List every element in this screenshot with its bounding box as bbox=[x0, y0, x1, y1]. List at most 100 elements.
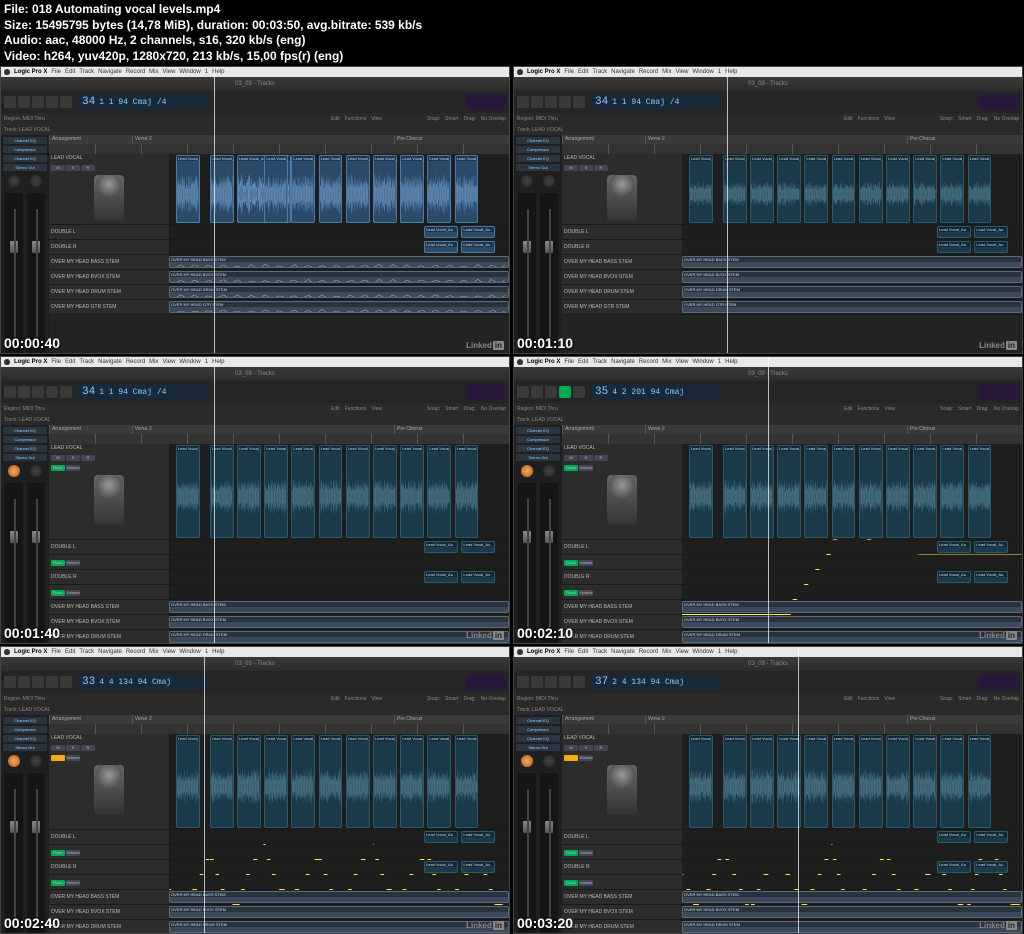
tracks-area[interactable]: LEAD VOCAL MSR Lead Vocal_AuLead Vocal_A… bbox=[49, 154, 509, 354]
insert-slot[interactable]: Channel EQ bbox=[516, 735, 560, 742]
bar-ruler[interactable] bbox=[49, 144, 509, 154]
menu-item[interactable]: File bbox=[564, 69, 574, 75]
menu-item[interactable]: Edit bbox=[578, 69, 588, 75]
volume-fader[interactable] bbox=[518, 483, 536, 643]
toolbar-menu[interactable]: View bbox=[884, 696, 895, 702]
menu-item[interactable]: Record bbox=[126, 69, 145, 75]
volume-fader[interactable] bbox=[5, 483, 23, 643]
track-header-lead[interactable]: LEAD VOCAL MSR TouchVolume bbox=[49, 734, 169, 829]
track-header-lead[interactable]: LEAD VOCAL MSR bbox=[562, 154, 682, 224]
menu-item[interactable]: Window bbox=[179, 359, 200, 365]
track-lane-lead[interactable]: Lead Vocal_AuLead Vocal_AuLead Vocal_AuL… bbox=[169, 444, 509, 539]
pan-knob[interactable] bbox=[521, 465, 533, 477]
menu-item[interactable]: File bbox=[51, 359, 61, 365]
menu-item[interactable]: Navigate bbox=[611, 359, 635, 365]
insert-slot[interactable]: Channel EQ bbox=[3, 155, 47, 162]
insert-slot[interactable]: Compressor bbox=[516, 436, 560, 443]
pan-knob[interactable] bbox=[521, 175, 533, 187]
lcd-tempo[interactable] bbox=[466, 384, 506, 400]
menu-item[interactable]: 1 bbox=[205, 69, 208, 75]
pan-knob[interactable] bbox=[543, 175, 555, 187]
track-lane-lead[interactable]: Lead Vocal_AuLead Vocal_AuLead Vocal_AuL… bbox=[682, 154, 1022, 224]
rewind-button[interactable] bbox=[517, 386, 529, 398]
snap-value[interactable]: Smart bbox=[958, 696, 971, 702]
menu-item[interactable]: 1 bbox=[718, 649, 721, 655]
rewind-button[interactable] bbox=[4, 386, 16, 398]
tracks-area[interactable]: LEAD VOCAL MSR Lead Vocal_AuLead Vocal_A… bbox=[562, 154, 1022, 354]
macos-menubar[interactable]: Logic Pro X FileEditTrackNavigateRecordM… bbox=[1, 67, 509, 77]
play-button[interactable] bbox=[559, 676, 571, 688]
apple-icon[interactable] bbox=[517, 69, 523, 75]
menu-item[interactable]: File bbox=[564, 649, 574, 655]
play-button[interactable] bbox=[46, 386, 58, 398]
menu-item[interactable]: Window bbox=[179, 69, 200, 75]
menu-item[interactable]: Track bbox=[79, 359, 94, 365]
bar-ruler[interactable] bbox=[49, 724, 509, 734]
macos-menubar[interactable]: Logic Pro X FileEditTrackNavigateRecordM… bbox=[514, 647, 1022, 657]
toolbar-menu[interactable]: Functions bbox=[858, 696, 880, 702]
menu-item[interactable]: Help bbox=[212, 649, 224, 655]
arrangement-track[interactable]: Arrangement Verse 2 Pre Chorus bbox=[49, 135, 509, 144]
forward-button[interactable] bbox=[18, 386, 30, 398]
output-slot[interactable]: Stereo Out bbox=[516, 744, 560, 751]
toolbar-menu[interactable]: Functions bbox=[858, 406, 880, 412]
menu-item[interactable]: File bbox=[564, 359, 574, 365]
toolbar-menu[interactable]: Functions bbox=[345, 116, 367, 122]
record-button[interactable] bbox=[573, 96, 585, 108]
volume-fader[interactable] bbox=[27, 483, 45, 643]
output-slot[interactable]: Stereo Out bbox=[516, 164, 560, 171]
playhead[interactable] bbox=[214, 67, 215, 353]
menu-item[interactable]: Edit bbox=[578, 649, 588, 655]
menu-item[interactable]: 1 bbox=[205, 649, 208, 655]
toolbar-menu[interactable]: Functions bbox=[345, 406, 367, 412]
menu-item[interactable]: Window bbox=[179, 649, 200, 655]
bar-ruler[interactable] bbox=[562, 434, 1022, 444]
menu-item[interactable]: Record bbox=[126, 359, 145, 365]
tracks-area[interactable]: LEAD VOCAL MSR TouchVolume Lead Vocal_Au… bbox=[562, 734, 1022, 934]
menu-item[interactable]: View bbox=[676, 69, 689, 75]
insert-slot[interactable]: Compressor bbox=[516, 726, 560, 733]
menu-item[interactable]: Track bbox=[592, 649, 607, 655]
arrangement-track[interactable]: Arrangement Verse 2 Pre Chorus bbox=[562, 135, 1022, 144]
forward-button[interactable] bbox=[531, 96, 543, 108]
pan-knob[interactable] bbox=[30, 755, 42, 767]
volume-fader[interactable] bbox=[5, 193, 23, 353]
track-lane-lead[interactable]: Lead Vocal_AuLead Vocal_AuLead Vocal_AuL… bbox=[169, 154, 509, 224]
lcd-display[interactable]: 341 1 94 Cmaj /4 bbox=[591, 94, 721, 110]
pan-knob[interactable] bbox=[8, 175, 20, 187]
stop-button[interactable] bbox=[545, 386, 557, 398]
toolbar-menu[interactable]: View bbox=[884, 406, 895, 412]
forward-button[interactable] bbox=[531, 386, 543, 398]
toolbar-menu[interactable]: Edit bbox=[331, 406, 340, 412]
toolbar-menu[interactable]: Edit bbox=[844, 406, 853, 412]
menu-item[interactable]: File bbox=[51, 649, 61, 655]
menu-item[interactable]: Record bbox=[126, 649, 145, 655]
toolbar-menu[interactable]: Edit bbox=[331, 116, 340, 122]
menu-item[interactable]: View bbox=[163, 69, 176, 75]
menu-item[interactable]: Help bbox=[725, 649, 737, 655]
play-button[interactable] bbox=[46, 96, 58, 108]
pan-knob[interactable] bbox=[543, 465, 555, 477]
menu-item[interactable]: Record bbox=[639, 359, 658, 365]
volume-fader[interactable] bbox=[518, 773, 536, 933]
record-button[interactable] bbox=[60, 676, 72, 688]
toolbar-menu[interactable]: Edit bbox=[331, 696, 340, 702]
tracks-area[interactable]: LEAD VOCAL MSR ReadVolume Lead Vocal_AuL… bbox=[49, 444, 509, 644]
menu-item[interactable]: View bbox=[163, 649, 176, 655]
drag-value[interactable]: No Overlap bbox=[481, 406, 506, 412]
menu-item[interactable]: Edit bbox=[578, 359, 588, 365]
insert-slot[interactable]: Compressor bbox=[3, 436, 47, 443]
menu-item[interactable]: View bbox=[163, 359, 176, 365]
rewind-button[interactable] bbox=[517, 96, 529, 108]
menu-item[interactable]: Edit bbox=[65, 69, 75, 75]
macos-menubar[interactable]: Logic Pro X FileEditTrackNavigateRecordM… bbox=[1, 357, 509, 367]
record-button[interactable] bbox=[573, 386, 585, 398]
menu-item[interactable]: Mix bbox=[662, 359, 671, 365]
menu-item[interactable]: Record bbox=[639, 649, 658, 655]
rewind-button[interactable] bbox=[4, 96, 16, 108]
stop-button[interactable] bbox=[545, 676, 557, 688]
track-header-lead[interactable]: LEAD VOCAL MSR ReadVolume bbox=[562, 444, 682, 539]
stop-button[interactable] bbox=[545, 96, 557, 108]
drag-value[interactable]: No Overlap bbox=[481, 696, 506, 702]
menu-item[interactable]: Track bbox=[592, 69, 607, 75]
